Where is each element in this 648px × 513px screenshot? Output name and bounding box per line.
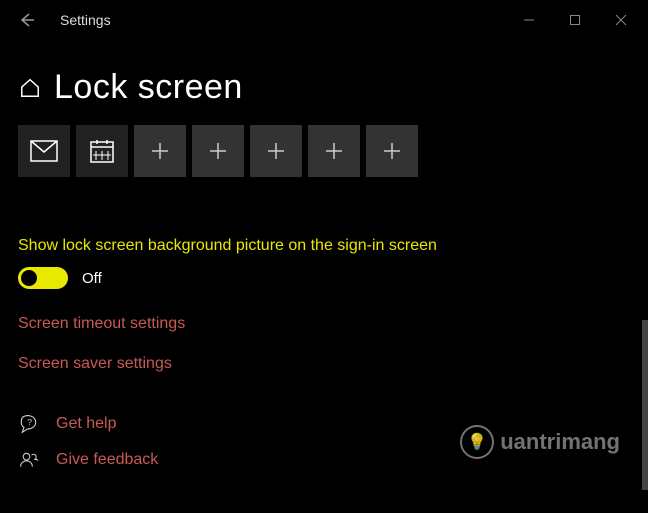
home-icon[interactable] (18, 76, 42, 100)
plus-icon (382, 141, 402, 161)
toggle-state: Off (82, 270, 102, 287)
page-header: Lock screen (18, 68, 630, 107)
help-icon: ? (18, 413, 40, 435)
svg-text:?: ? (27, 417, 32, 427)
link-label: Give feedback (56, 451, 158, 469)
plus-icon (150, 141, 170, 161)
toggle-switch[interactable] (18, 267, 68, 289)
quick-status-tiles (18, 125, 630, 177)
link-label: Get help (56, 415, 116, 433)
page-title: Lock screen (54, 68, 243, 107)
tile-add-3[interactable] (250, 125, 302, 177)
scrollbar-thumb[interactable] (642, 320, 648, 490)
tile-add-5[interactable] (366, 125, 418, 177)
tile-add-1[interactable] (134, 125, 186, 177)
minimize-button[interactable] (506, 0, 552, 40)
tile-calendar[interactable] (76, 125, 128, 177)
link-give-feedback[interactable]: Give feedback (18, 449, 630, 471)
maximize-button[interactable] (552, 0, 598, 40)
title-bar: Settings (0, 0, 648, 40)
link-screen-timeout[interactable]: Screen timeout settings (18, 315, 630, 333)
footer-links: ? Get help Give feedback (18, 413, 630, 471)
toggle-knob (21, 270, 37, 286)
plus-icon (208, 141, 228, 161)
feedback-icon (18, 449, 40, 471)
tile-add-4[interactable] (308, 125, 360, 177)
app-name: Settings (60, 12, 111, 28)
setting-label: Show lock screen background picture on t… (18, 237, 630, 255)
tile-mail[interactable] (18, 125, 70, 177)
window-controls (506, 0, 644, 40)
link-get-help[interactable]: ? Get help (18, 413, 630, 435)
mail-icon (30, 140, 58, 162)
close-button[interactable] (598, 0, 644, 40)
link-screen-saver[interactable]: Screen saver settings (18, 355, 630, 373)
toggle-row: Off (18, 267, 630, 289)
back-button[interactable] (4, 0, 50, 40)
plus-icon (266, 141, 286, 161)
plus-icon (324, 141, 344, 161)
tile-add-2[interactable] (192, 125, 244, 177)
content-area: Lock screen (0, 68, 648, 471)
calendar-icon (89, 138, 115, 164)
